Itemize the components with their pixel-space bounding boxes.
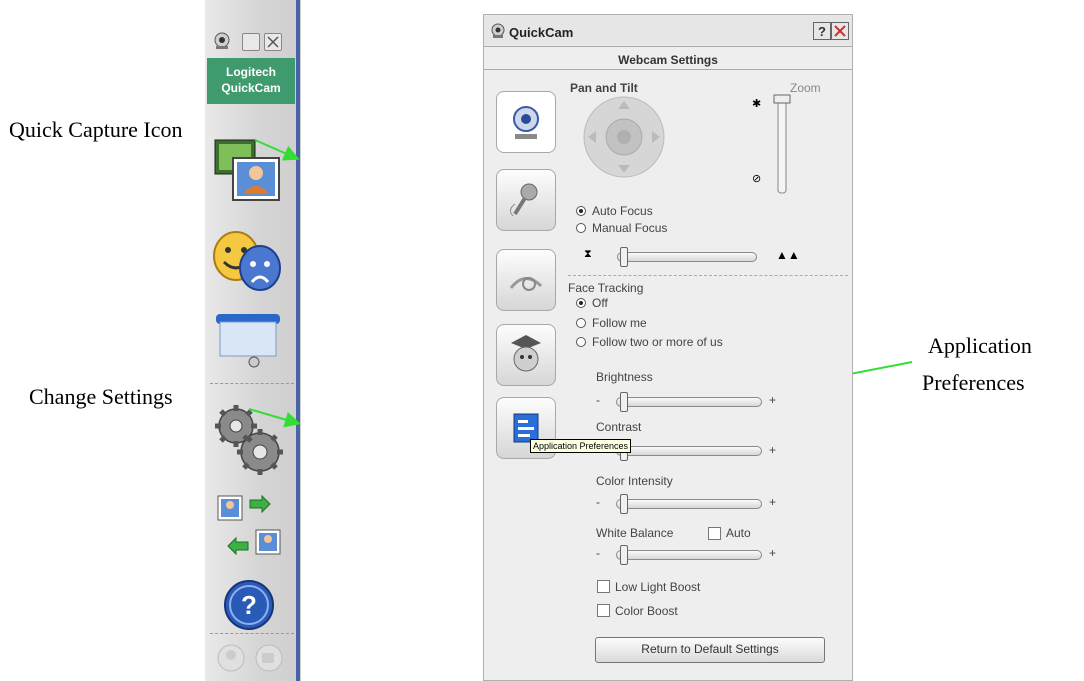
color-boost-label: Color Boost — [615, 604, 678, 618]
contrast-label: Contrast — [596, 420, 642, 434]
face-tracking-off-label: Off — [592, 296, 608, 310]
camera-tab[interactable] — [496, 91, 556, 153]
help-button[interactable]: ? — [813, 22, 831, 40]
zoom-label: Zoom — [790, 81, 821, 95]
color-intensity-label: Color Intensity — [596, 474, 673, 488]
follow-two-label: Follow two or more of us — [592, 335, 723, 349]
audio-tab[interactable] — [496, 169, 556, 231]
window-close-button[interactable] — [831, 22, 849, 40]
window-title: QuickCam — [509, 25, 574, 40]
pan-tilt-control[interactable] — [582, 95, 666, 179]
color-intensity-slider-track[interactable] — [616, 499, 762, 509]
brightness-slider-track[interactable] — [616, 397, 762, 407]
follow-two-radio[interactable] — [576, 337, 586, 347]
low-light-boost-label: Low Light Boost — [615, 580, 701, 594]
white-balance-slider-track[interactable] — [616, 550, 762, 560]
color-boost-checkbox[interactable] — [597, 604, 610, 617]
arrow-change-settings — [248, 408, 301, 428]
manual-focus-label: Manual Focus — [592, 221, 668, 235]
avatar-icon — [511, 335, 541, 372]
webcam-settings-window: QuickCam ? Webcam Settings Pan and Tilt … — [483, 14, 853, 681]
webcam-icon — [513, 106, 539, 139]
face-tracking-off-radio[interactable] — [576, 298, 586, 308]
quickcam-title-icon — [490, 23, 506, 39]
contrast-plus: + — [769, 443, 777, 457]
face-tracking-label: Face Tracking — [568, 281, 644, 295]
white-balance-plus: + — [769, 546, 777, 560]
manual-focus-radio[interactable] — [576, 223, 586, 233]
zoom-slider[interactable] — [772, 91, 792, 201]
effects-tab[interactable] — [496, 249, 556, 311]
brightness-minus: - — [596, 393, 600, 407]
auto-focus-radio[interactable] — [576, 206, 586, 216]
contrast-slider-track[interactable] — [616, 446, 762, 456]
follow-me-radio[interactable] — [576, 318, 586, 328]
close-icon — [834, 25, 846, 37]
brightness-slider-thumb[interactable] — [620, 392, 628, 412]
microphone-icon — [509, 183, 538, 217]
pan-tilt-label: Pan and Tilt — [570, 81, 638, 95]
white-balance-auto-label: Auto — [726, 526, 751, 540]
section-divider — [568, 275, 848, 276]
subtitle-divider — [484, 69, 852, 70]
return-to-default-button[interactable]: Return to Default Settings — [595, 637, 825, 663]
low-light-boost-checkbox[interactable] — [597, 580, 610, 593]
application-preferences-tooltip: Application Preferences — [530, 439, 632, 453]
white-balance-minus: - — [596, 546, 600, 560]
follow-me-label: Follow me — [592, 316, 647, 330]
focus-slider-thumb[interactable] — [620, 247, 628, 267]
focus-slider-track[interactable] — [617, 252, 757, 262]
white-balance-auto-checkbox[interactable] — [708, 527, 721, 540]
color-intensity-plus: + — [769, 495, 777, 509]
arrow-quick-capture — [254, 139, 300, 161]
effects-icon — [509, 277, 543, 291]
focus-far-icon: ▲▲ — [776, 248, 800, 262]
color-intensity-slider-thumb[interactable] — [620, 494, 628, 514]
focus-near-icon: ⧗ — [584, 248, 592, 260]
zoom-in-icon: ✱ — [752, 98, 762, 110]
title-divider — [484, 46, 852, 47]
webcam-settings-subtitle: Webcam Settings — [618, 53, 718, 67]
brightness-plus: + — [769, 393, 777, 407]
zoom-out-icon: ⊘ — [752, 173, 762, 185]
white-balance-label: White Balance — [596, 526, 674, 540]
avatar-tab[interactable] — [496, 324, 556, 386]
auto-focus-label: Auto Focus — [592, 204, 653, 218]
white-balance-slider-thumb[interactable] — [620, 545, 628, 565]
color-intensity-minus: - — [596, 495, 600, 509]
brightness-label: Brightness — [596, 370, 653, 384]
